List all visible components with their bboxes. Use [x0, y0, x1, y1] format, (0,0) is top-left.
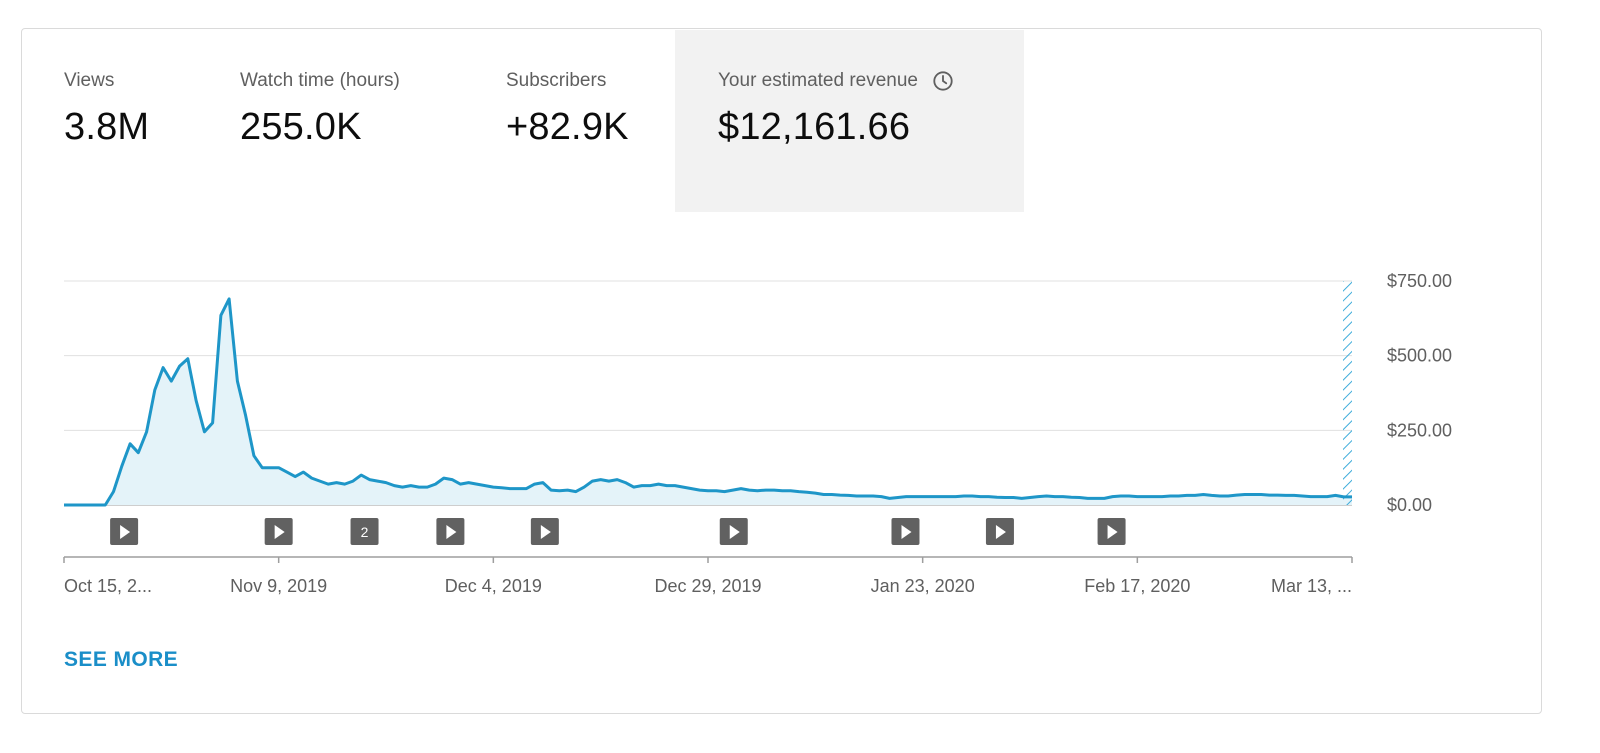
video-marker[interactable] [264, 518, 293, 545]
x-tick-label: Jan 23, 2020 [871, 576, 975, 596]
y-tick-label: $0.00 [1387, 495, 1432, 515]
video-marker[interactable] [891, 518, 920, 545]
x-tick-label: Dec 4, 2019 [445, 576, 542, 596]
revenue-chart: 2 $750.00 $500.00 $250.00 $0.00 Oct 15, 2...… [63, 271, 1452, 596]
video-marker[interactable] [530, 518, 559, 545]
x-tick-label: Nov 9, 2019 [230, 576, 327, 596]
x-tick-label: Oct 15, 2... [64, 576, 152, 596]
video-marker[interactable]: 2 [350, 518, 379, 545]
revenue-area [64, 298, 1352, 505]
x-tick-label: Feb 17, 2020 [1084, 576, 1190, 596]
chart-area-layer [64, 281, 1352, 507]
y-tick-label: $750.00 [1387, 271, 1452, 291]
see-more-link[interactable]: SEE MORE [64, 648, 178, 672]
chart-axes: $750.00 $500.00 $250.00 $0.00 Oct 15, 2... No… [63, 271, 1452, 596]
video-marker[interactable] [719, 518, 748, 545]
video-marker[interactable] [1097, 518, 1126, 545]
video-marker[interactable] [985, 518, 1014, 545]
y-tick-label: $250.00 [1387, 420, 1452, 440]
x-tick-label: Mar 13, ... [1271, 576, 1352, 596]
y-tick-label: $500.00 [1387, 346, 1452, 366]
video-marker[interactable] [436, 518, 465, 545]
video-markers: 2 [110, 518, 1126, 545]
video-marker-count: 2 [361, 524, 369, 540]
video-marker[interactable] [110, 518, 139, 545]
partial-data-hatch [1343, 281, 1352, 505]
x-tick-label: Dec 29, 2019 [654, 576, 761, 596]
